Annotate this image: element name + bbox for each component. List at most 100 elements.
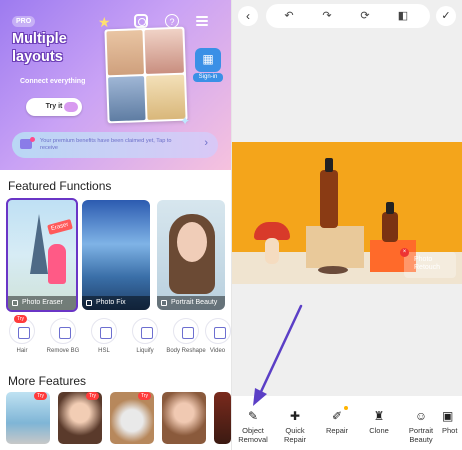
tool-label: Repair bbox=[325, 426, 349, 435]
tool-body-reshape[interactable]: Body Reshape bbox=[166, 318, 206, 355]
collage-preview bbox=[104, 26, 188, 124]
try-tag: Try bbox=[86, 392, 100, 400]
undo-icon[interactable]: ↶ bbox=[280, 7, 298, 25]
portrait-beauty-button[interactable]: ☺ Portrait Beauty bbox=[400, 408, 442, 444]
premium-notice-bar[interactable]: Your premium benefits have been claimed … bbox=[12, 132, 218, 158]
body-reshape-icon bbox=[173, 318, 199, 344]
feature-thumbnail[interactable] bbox=[162, 392, 206, 444]
collage-photo bbox=[144, 28, 184, 75]
apply-icon[interactable]: ✓ bbox=[436, 6, 456, 26]
tool-hair[interactable]: Try Hair bbox=[2, 315, 42, 355]
try-tag: Try bbox=[14, 315, 28, 323]
try-it-button[interactable]: Try it bbox=[26, 98, 82, 116]
card-label: Photo Fix bbox=[82, 296, 150, 310]
redo-icon[interactable]: ↷ bbox=[318, 7, 336, 25]
sparkle-icon: ✦ bbox=[180, 114, 191, 128]
remove-bg-icon bbox=[50, 318, 76, 344]
tool-video[interactable]: Video bbox=[204, 318, 231, 355]
calendar-icon[interactable]: ▦ bbox=[195, 48, 221, 72]
portrait-face bbox=[177, 222, 207, 262]
feature-thumbnail[interactable]: Try bbox=[6, 392, 50, 444]
portrait-beauty-label: Portrait Beauty bbox=[171, 299, 218, 306]
eraser-tag: Eraser bbox=[47, 219, 73, 235]
tool-liquify[interactable]: Liquify bbox=[125, 318, 165, 355]
tool-label: Hair bbox=[16, 348, 28, 354]
liquify-icon bbox=[132, 318, 158, 344]
hero-banner[interactable]: PRO ? ★ Multiple layouts Connect everyth… bbox=[0, 0, 231, 170]
tool-label: Phot bbox=[442, 426, 458, 435]
photo-eraser-card[interactable]: Eraser Photo Eraser bbox=[6, 198, 78, 312]
card-label: Portrait Beauty bbox=[157, 296, 225, 310]
stone bbox=[318, 266, 348, 274]
feature-thumbnail[interactable] bbox=[214, 392, 231, 444]
close-icon[interactable]: × bbox=[400, 248, 409, 257]
featured-functions-title: Featured Functions bbox=[8, 179, 112, 193]
watermark-text: Photo Retouch bbox=[414, 256, 441, 271]
tool-label: HSL bbox=[98, 348, 110, 354]
tool-label: Object Removal bbox=[238, 426, 268, 444]
brush-icon: ✐ bbox=[331, 409, 343, 423]
stamp-icon: ♜ bbox=[373, 409, 385, 423]
reset-icon[interactable]: ⟳ bbox=[356, 7, 374, 25]
feature-thumbnail[interactable]: Try bbox=[110, 392, 154, 444]
menu-icon[interactable] bbox=[196, 14, 210, 28]
feature-thumbnail[interactable]: Try bbox=[58, 392, 102, 444]
sign-in-button[interactable]: Sign-in bbox=[193, 73, 223, 82]
photo-icon: ▣ bbox=[442, 409, 454, 423]
photo-tool-button[interactable]: ▣ Phot bbox=[442, 408, 462, 435]
object-removal-button[interactable]: ✎ Object Removal bbox=[232, 408, 274, 444]
person-image bbox=[48, 244, 66, 284]
pro-badge[interactable]: PRO bbox=[12, 16, 36, 27]
tool-label: Remove BG bbox=[46, 348, 80, 354]
video-icon bbox=[204, 318, 231, 344]
photo-canvas[interactable]: × Photo Retouch bbox=[232, 142, 462, 284]
hsl-icon bbox=[91, 318, 117, 344]
watermark[interactable]: × Photo Retouch bbox=[400, 248, 456, 278]
tool-remove-bg[interactable]: Remove BG bbox=[43, 318, 83, 355]
quick-repair-button[interactable]: ✚ Quick Repair bbox=[274, 408, 316, 444]
tool-label: Liquify bbox=[136, 348, 154, 354]
bandage-icon: ✚ bbox=[289, 409, 301, 423]
new-indicator-dot bbox=[344, 406, 348, 410]
try-tag: Try bbox=[138, 392, 152, 400]
card-label: Photo Eraser bbox=[8, 296, 76, 310]
photo-eraser-label: Photo Eraser bbox=[22, 299, 63, 306]
tool-label: Quick Repair bbox=[283, 426, 307, 444]
collage-photo bbox=[106, 30, 144, 76]
image-icon bbox=[12, 300, 18, 306]
bottle bbox=[320, 158, 338, 228]
premium-notice-text: Your premium benefits have been claimed … bbox=[40, 138, 172, 151]
portrait-beauty-card[interactable]: Portrait Beauty bbox=[157, 200, 225, 310]
tools-row: Try Hair Remove BG HSL Liquify Body Resh… bbox=[0, 315, 231, 368]
image-icon bbox=[161, 300, 167, 306]
home-screen: PRO ? ★ Multiple layouts Connect everyth… bbox=[0, 0, 231, 450]
photo-fix-label: Photo Fix bbox=[96, 299, 126, 306]
tool-label: Body Reshape bbox=[166, 348, 206, 354]
compare-icon[interactable]: ◧ bbox=[394, 7, 412, 25]
more-features-title: More Features bbox=[8, 374, 87, 388]
eiffel-tower-image bbox=[30, 214, 48, 274]
back-icon[interactable]: ‹ bbox=[238, 6, 258, 26]
image-icon bbox=[86, 300, 92, 306]
hero-title: Multiple layouts bbox=[12, 31, 67, 65]
notification-dot bbox=[30, 137, 35, 142]
pointer-arrow-annotation bbox=[253, 304, 303, 406]
hero-subtitle: Connect everything bbox=[20, 78, 86, 85]
try-tag: Try bbox=[34, 392, 48, 400]
clone-button[interactable]: ♜ Clone bbox=[358, 408, 400, 435]
instagram-icon[interactable] bbox=[134, 14, 148, 28]
bottle bbox=[382, 202, 398, 242]
tool-label: Portrait Beauty bbox=[408, 426, 434, 444]
tool-label: Clone bbox=[369, 426, 389, 435]
wooden-block bbox=[306, 226, 364, 268]
edit-toolbar: ↶ ↷ ⟳ ◧ bbox=[266, 4, 430, 28]
mushroom-stem bbox=[265, 238, 279, 264]
collage-photo bbox=[108, 76, 146, 122]
repair-button[interactable]: ✐ Repair bbox=[316, 406, 358, 435]
chevron-right-icon: › bbox=[204, 137, 208, 149]
portrait-icon: ☺ bbox=[414, 409, 428, 423]
tool-label: Video bbox=[209, 348, 226, 354]
eraser-icon: ✎ bbox=[247, 409, 259, 423]
photo-fix-card[interactable]: Photo Fix bbox=[82, 200, 150, 310]
tool-hsl[interactable]: HSL bbox=[84, 318, 124, 355]
